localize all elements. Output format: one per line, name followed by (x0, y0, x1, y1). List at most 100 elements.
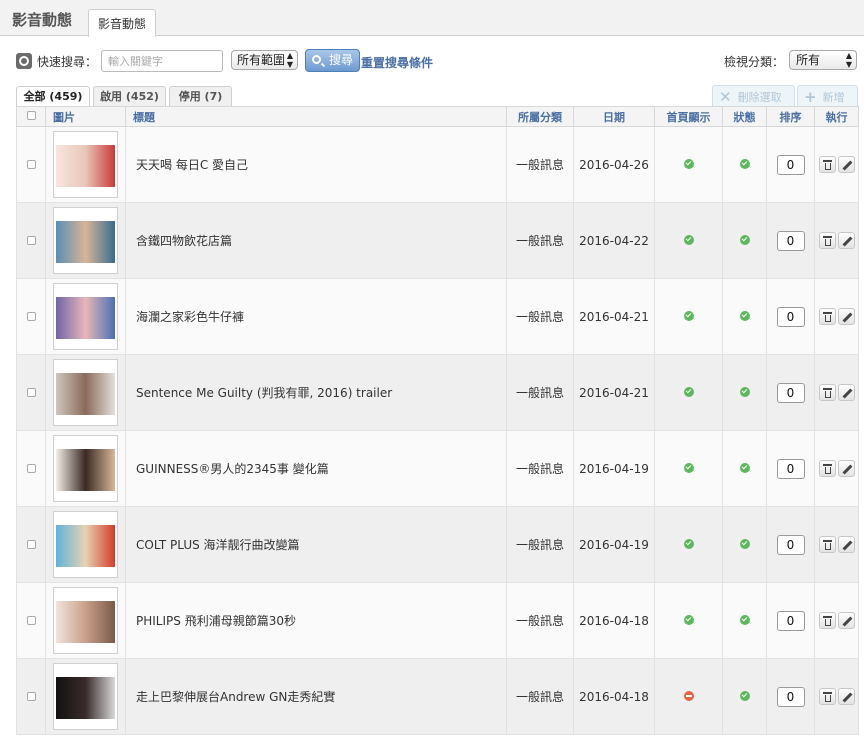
trash-icon (822, 236, 832, 246)
check-circle-icon[interactable] (739, 614, 750, 625)
order-cell (766, 658, 815, 735)
reset-search-link[interactable]: 重置搜尋條件 (361, 54, 433, 71)
check-circle-icon[interactable] (683, 538, 694, 549)
close-x-icon: ✕ (719, 88, 732, 106)
delete-row-button[interactable] (818, 536, 836, 553)
thumbnail-cell (45, 582, 126, 659)
thumbnail-frame[interactable] (53, 207, 118, 274)
row-title[interactable]: COLT PLUS 海洋靓行曲改變篇 (125, 506, 507, 583)
row-checkbox[interactable] (26, 615, 36, 625)
table-row: 走上巴黎伸展台Andrew GN走秀紀實 一般訊息 2016-04-18 (16, 658, 859, 735)
check-circle-icon[interactable] (683, 310, 694, 321)
header-status[interactable]: 狀態 (722, 106, 767, 127)
delete-row-button[interactable] (818, 460, 836, 477)
delete-row-button[interactable] (818, 384, 836, 401)
delete-selected-label: 刪除選取 (737, 91, 782, 104)
order-input[interactable] (776, 458, 805, 479)
delete-row-button[interactable] (818, 688, 836, 705)
search-button[interactable]: 搜尋 (305, 49, 360, 72)
edit-row-button[interactable] (837, 308, 855, 325)
thumbnail-frame[interactable] (53, 359, 118, 426)
edit-row-button[interactable] (837, 536, 855, 553)
row-checkbox[interactable] (26, 463, 36, 473)
header-homepage[interactable]: 首頁顯示 (654, 106, 723, 127)
trash-icon (822, 540, 832, 550)
row-checkbox[interactable] (26, 159, 36, 169)
thumbnail-frame[interactable] (53, 131, 118, 198)
minus-circle-icon[interactable] (683, 690, 694, 701)
order-input[interactable] (776, 382, 805, 403)
delete-row-button[interactable] (818, 156, 836, 173)
delete-row-button[interactable] (818, 612, 836, 629)
row-title[interactable]: Sentence Me Guilty (判我有罪, 2016) trailer (125, 354, 507, 431)
check-circle-icon[interactable] (739, 310, 750, 321)
row-title[interactable]: 含鐵四物飲花店篇 (125, 202, 507, 279)
order-input[interactable] (776, 230, 805, 251)
row-title[interactable]: PHILIPS 飛利浦母親節篇30秒 (125, 582, 507, 659)
row-checkbox[interactable] (26, 539, 36, 549)
delete-row-button[interactable] (818, 232, 836, 249)
row-checkbox[interactable] (26, 387, 36, 397)
tab-all[interactable]: 全部 (459) (16, 86, 90, 107)
add-new-button[interactable]: + 新增 (797, 85, 858, 107)
check-circle-icon[interactable] (739, 538, 750, 549)
delete-selected-button[interactable]: ✕ 刪除選取 (712, 85, 795, 107)
row-checkbox[interactable] (26, 691, 36, 701)
tab-disabled[interactable]: 停用 (7) (169, 86, 232, 106)
row-checkbox[interactable] (26, 235, 36, 245)
row-title[interactable]: 走上巴黎伸展台Andrew GN走秀紀實 (125, 658, 507, 735)
order-input[interactable] (776, 686, 805, 707)
check-circle-icon[interactable] (739, 158, 750, 169)
order-input[interactable] (776, 306, 805, 327)
order-input[interactable] (776, 610, 805, 631)
homepage-cell (654, 202, 723, 279)
edit-row-button[interactable] (837, 460, 855, 477)
row-title[interactable]: 天天喝 每日C 愛自己 (125, 126, 507, 203)
trash-icon (822, 464, 832, 474)
check-circle-icon[interactable] (739, 690, 750, 701)
check-circle-icon[interactable] (683, 614, 694, 625)
tab-enabled[interactable]: 啟用 (452) (93, 86, 166, 106)
thumbnail-frame[interactable] (53, 587, 118, 654)
check-circle-icon[interactable] (739, 462, 750, 473)
header-date[interactable]: 日期 (573, 106, 655, 127)
edit-row-button[interactable] (837, 688, 855, 705)
thumbnail-cell (45, 126, 126, 203)
delete-row-button[interactable] (818, 308, 836, 325)
edit-row-button[interactable] (837, 384, 855, 401)
thumbnail-image (56, 601, 115, 643)
thumbnail-frame[interactable] (53, 283, 118, 350)
scope-select[interactable]: 所有範圍 ▲ ▼ (231, 50, 298, 70)
keyword-input[interactable] (101, 50, 223, 72)
thumbnail-image (56, 145, 115, 187)
row-checkbox[interactable] (26, 311, 36, 321)
order-input[interactable] (776, 154, 805, 175)
check-circle-icon[interactable] (739, 386, 750, 397)
thumbnail-frame[interactable] (53, 663, 118, 730)
row-title[interactable]: GUINNESS®男人的2345事 變化篇 (125, 430, 507, 507)
header-title[interactable]: 標題 (125, 106, 507, 127)
execute-cell (814, 658, 859, 735)
tab-video-news[interactable]: 影音動態 (88, 9, 157, 37)
order-input[interactable] (776, 534, 805, 555)
check-circle-icon[interactable] (739, 234, 750, 245)
check-circle-icon[interactable] (683, 158, 694, 169)
check-circle-icon[interactable] (683, 462, 694, 473)
pencil-icon (842, 236, 852, 247)
order-cell (766, 582, 815, 659)
row-title[interactable]: 海瀾之家彩色牛仔褲 (125, 278, 507, 355)
check-circle-icon[interactable] (683, 386, 694, 397)
select-all-checkbox[interactable] (26, 111, 36, 120)
thumbnail-frame[interactable] (53, 435, 118, 502)
view-category-select[interactable]: 所有 ▲ ▼ (789, 50, 857, 70)
status-cell (722, 430, 767, 507)
edit-row-button[interactable] (837, 156, 855, 173)
thumbnail-frame[interactable] (53, 511, 118, 578)
header-category[interactable]: 所屬分類 (506, 106, 574, 127)
edit-row-button[interactable] (837, 612, 855, 629)
homepage-cell (654, 126, 723, 203)
header-image: 圖片 (45, 106, 126, 127)
edit-row-button[interactable] (837, 232, 855, 249)
header-order[interactable]: 排序 (766, 106, 815, 127)
check-circle-icon[interactable] (683, 234, 694, 245)
